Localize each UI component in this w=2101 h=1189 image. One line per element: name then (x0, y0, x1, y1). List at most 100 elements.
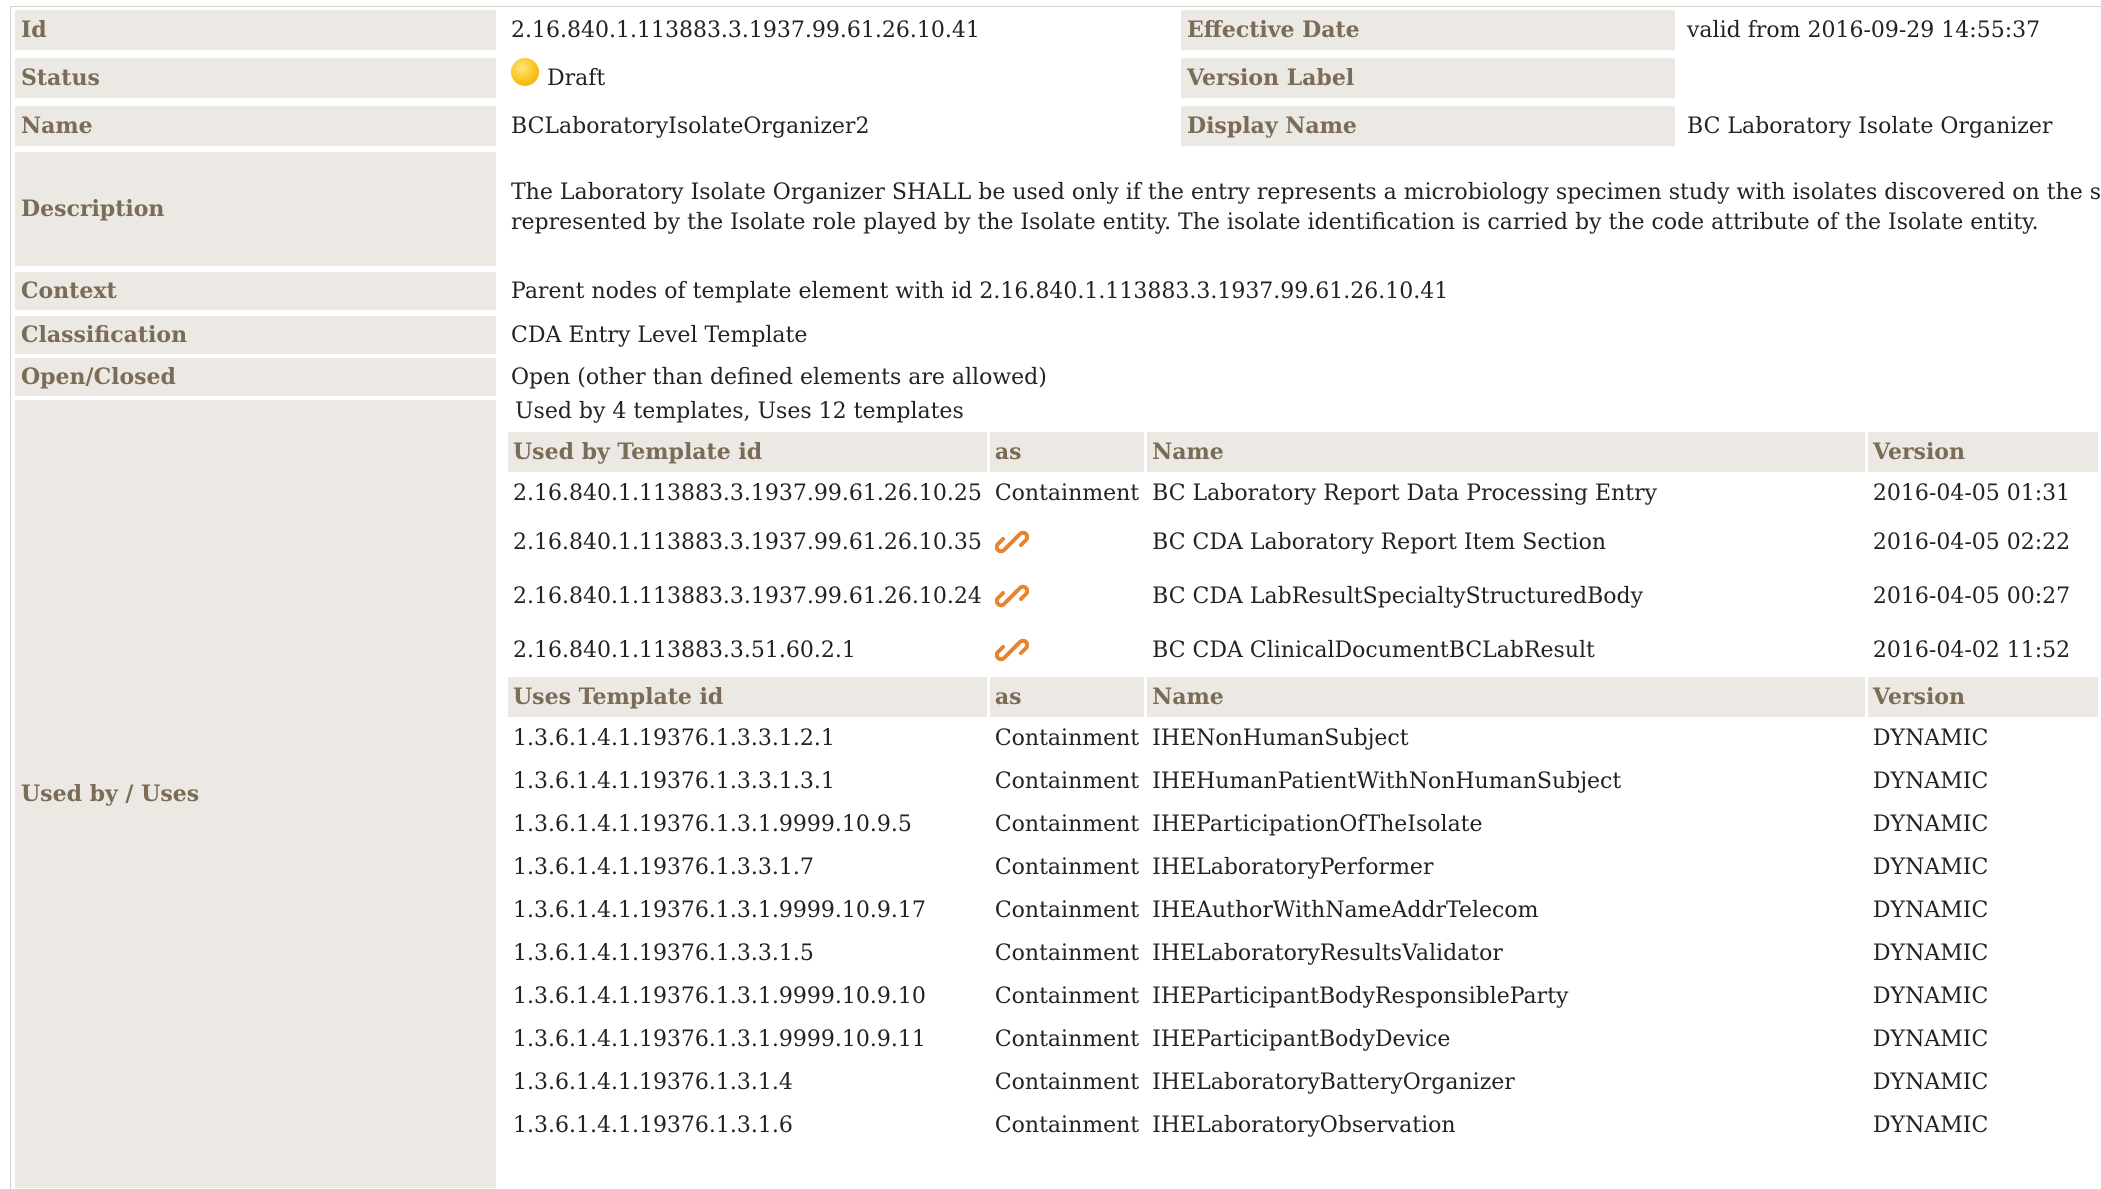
used-by-row[interactable]: 2.16.840.1.113883.3.1937.99.61.26.10.35 … (508, 515, 2098, 569)
used-by-row[interactable]: 2.16.840.1.113883.3.1937.99.61.26.10.24 … (508, 569, 2098, 623)
name-label: Name (15, 106, 496, 146)
uses-row[interactable]: 1.3.6.1.4.1.19376.1.3.1.9999.10.9.5 Cont… (508, 803, 2098, 846)
uses-name: IHEParticipationOfTheIsolate (1152, 812, 1483, 837)
draft-status-icon (511, 58, 539, 86)
uses-version: DYNAMIC (1872, 769, 1989, 794)
uses-as: Containment (994, 726, 1140, 751)
open-closed-row: Open/Closed Open (other than defined ele… (15, 358, 2101, 396)
uses-name: IHEParticipantBodyResponsibleParty (1152, 984, 1569, 1009)
link-icon[interactable] (994, 525, 1029, 559)
uses-id[interactable]: 1.3.6.1.4.1.19376.1.3.1.4 (508, 1061, 987, 1104)
uses-row[interactable]: 1.3.6.1.4.1.19376.1.3.3.1.5 Containment … (508, 932, 2098, 975)
uses-id[interactable]: 1.3.6.1.4.1.19376.1.3.1.9999.10.9.11 (508, 1018, 987, 1061)
uses-version: DYNAMIC (1872, 812, 1989, 837)
uses-as: Containment (994, 1113, 1140, 1138)
used-by-version-header: Version (1867, 432, 2098, 472)
uses-name: IHELaboratoryBatteryOrganizer (1152, 1070, 1515, 1095)
used-by-name-header: Name (1147, 432, 1865, 472)
used-by-as[interactable] (990, 515, 1144, 569)
uses-version: DYNAMIC (1872, 855, 1989, 880)
uses-id[interactable]: 1.3.6.1.4.1.19376.1.3.3.1.2.1 (508, 717, 987, 760)
context-row: Context Parent nodes of template element… (15, 272, 2101, 310)
uses-row[interactable]: 1.3.6.1.4.1.19376.1.3.1.9999.10.9.10 Con… (508, 975, 2098, 1018)
description-row: Description The Laboratory Isolate Organ… (15, 152, 2101, 266)
status-value: Draft (547, 65, 606, 91)
uses-id-header: Uses Template id (508, 677, 987, 717)
used-by-name: BC CDA ClinicalDocumentBCLabResult (1152, 637, 1595, 663)
uses-version: DYNAMIC (1872, 941, 1989, 966)
uses-row[interactable]: 1.3.6.1.4.1.19376.1.3.1.9999.10.9.17 Con… (508, 889, 2098, 932)
uses-version: DYNAMIC (1872, 726, 1989, 751)
used-by-as-header: as (989, 432, 1145, 472)
uses-as: Containment (994, 984, 1140, 1009)
uses-name-header: Name (1147, 677, 1865, 717)
context-value: Parent nodes of template element with id… (511, 278, 1449, 304)
uses-version: DYNAMIC (1872, 984, 1989, 1009)
link-icon[interactable] (994, 633, 1029, 667)
uses-id[interactable]: 1.3.6.1.4.1.19376.1.3.1.9999.10.9.5 (508, 803, 987, 846)
uses-version: DYNAMIC (1872, 898, 1989, 923)
open-closed-label: Open/Closed (15, 358, 496, 396)
uses-as: Containment (994, 1027, 1140, 1052)
used-by-version: 2016-04-05 00:27 (1872, 583, 2071, 609)
classification-value: CDA Entry Level Template (511, 322, 808, 348)
used-by-as[interactable] (990, 623, 1144, 677)
effective-date-value: valid from 2016-09-29 14:55:37 (1687, 17, 2041, 43)
context-label: Context (15, 272, 496, 310)
uses-version: DYNAMIC (1872, 1113, 1989, 1138)
used-by-id[interactable]: 2.16.840.1.113883.3.1937.99.61.26.10.35 (508, 515, 987, 569)
name-row: Name BCLaboratoryIsolateOrganizer2 Displ… (15, 106, 2101, 146)
description-line-2: represented by the Isolate role played b… (511, 210, 2039, 235)
used-by-name: BC Laboratory Report Data Processing Ent… (1152, 481, 1658, 506)
uses-name: IHENonHumanSubject (1152, 726, 1409, 751)
uses-row[interactable]: 1.3.6.1.4.1.19376.1.3.3.1.3.1 Containmen… (508, 760, 2098, 803)
uses-as: Containment (994, 855, 1140, 880)
used-by-id[interactable]: 2.16.840.1.113883.3.1937.99.61.26.10.24 (508, 569, 987, 623)
uses-id[interactable]: 1.3.6.1.4.1.19376.1.3.1.6 (508, 1104, 987, 1147)
classification-label: Classification (15, 316, 496, 354)
description-line-1: The Laboratory Isolate Organizer SHALL b… (511, 180, 2101, 205)
display-name-label: Display Name (1181, 106, 1675, 146)
used-by-id[interactable]: 2.16.840.1.113883.3.51.60.2.1 (508, 623, 987, 677)
uses-as-header: as (989, 677, 1145, 717)
status-row: Status Draft Version Label (15, 58, 2101, 98)
uses-id[interactable]: 1.3.6.1.4.1.19376.1.3.3.1.3.1 (508, 760, 987, 803)
usage-summary: Used by 4 templates, Uses 12 templates (515, 399, 964, 424)
description-label: Description (15, 152, 496, 266)
used-by-id-header: Used by Template id (508, 432, 987, 472)
uses-as: Containment (994, 898, 1140, 923)
usage-section: Used by 4 templates, Uses 12 templates U… (505, 392, 2101, 1147)
used-by-as[interactable] (990, 569, 1144, 623)
uses-id[interactable]: 1.3.6.1.4.1.19376.1.3.3.1.5 (508, 932, 987, 975)
uses-id[interactable]: 1.3.6.1.4.1.19376.1.3.1.9999.10.9.17 (508, 889, 987, 932)
uses-row[interactable]: 1.3.6.1.4.1.19376.1.3.3.1.2.1 Containmen… (508, 717, 2098, 760)
usage-table: Used by Template id as Name Version 2.16… (505, 432, 2101, 1147)
used-by-version: 2016-04-05 01:31 (1872, 481, 2071, 506)
uses-row[interactable]: 1.3.6.1.4.1.19376.1.3.1.9999.10.9.11 Con… (508, 1018, 2098, 1061)
uses-as: Containment (994, 1070, 1140, 1095)
used-by-version: 2016-04-05 02:22 (1872, 529, 2071, 555)
used-by-header-row: Used by Template id as Name Version (508, 432, 2098, 472)
link-icon[interactable] (994, 579, 1029, 613)
uses-name: IHELaboratoryPerformer (1152, 855, 1434, 880)
version-label-value (1681, 58, 2101, 98)
uses-as: Containment (994, 941, 1140, 966)
used-by-row[interactable]: 2.16.840.1.113883.3.51.60.2.1 BC CDA Cli… (508, 623, 2098, 677)
display-name-value: BC Laboratory Isolate Organizer (1687, 113, 2053, 139)
used-by-row[interactable]: 2.16.840.1.113883.3.1937.99.61.26.10.25 … (508, 472, 2098, 515)
uses-header-row: Uses Template id as Name Version (508, 677, 2098, 717)
version-label-label: Version Label (1181, 58, 1675, 98)
uses-id[interactable]: 1.3.6.1.4.1.19376.1.3.1.9999.10.9.10 (508, 975, 987, 1018)
uses-row[interactable]: 1.3.6.1.4.1.19376.1.3.1.4 Containment IH… (508, 1061, 2098, 1104)
uses-version: DYNAMIC (1872, 1070, 1989, 1095)
used-by-version: 2016-04-02 11:52 (1872, 637, 2071, 663)
uses-id[interactable]: 1.3.6.1.4.1.19376.1.3.3.1.7 (508, 846, 987, 889)
used-by-id[interactable]: 2.16.840.1.113883.3.1937.99.61.26.10.25 (508, 472, 987, 515)
open-closed-value: Open (other than defined elements are al… (511, 364, 1047, 390)
id-row: Id 2.16.840.1.113883.3.1937.99.61.26.10.… (15, 10, 2101, 50)
uses-row[interactable]: 1.3.6.1.4.1.19376.1.3.1.6 Containment IH… (508, 1104, 2098, 1147)
effective-date-label: Effective Date (1181, 10, 1675, 50)
description-value: The Laboratory Isolate Organizer SHALL b… (505, 152, 2101, 266)
uses-name: IHEAuthorWithNameAddrTelecom (1152, 898, 1539, 923)
uses-row[interactable]: 1.3.6.1.4.1.19376.1.3.3.1.7 Containment … (508, 846, 2098, 889)
